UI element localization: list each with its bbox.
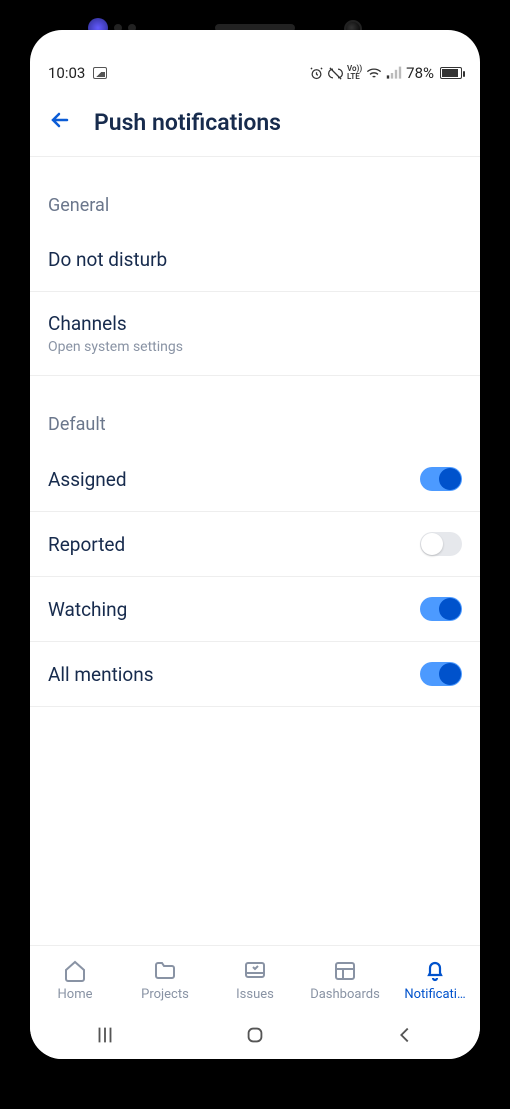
nav-label: Projects <box>141 987 189 1002</box>
settings-content: General Do not disturb Channels Open sys… <box>30 157 480 945</box>
toggle-reported[interactable] <box>420 532 462 556</box>
android-recents-button[interactable] <box>94 1024 116 1050</box>
app-header: Push notifications <box>30 90 480 157</box>
nav-label: Home <box>58 987 93 1002</box>
nav-label: Notificati… <box>404 987 465 1002</box>
row-label: Watching <box>48 598 127 621</box>
status-bar: 10:03 Vo))LTE 78% <box>30 56 480 90</box>
bottom-nav: Home Projects Issues Dashboards Notifica… <box>30 945 480 1015</box>
dashboard-icon <box>333 959 357 983</box>
row-label: Do not disturb <box>48 248 167 271</box>
row-channels[interactable]: Channels Open system settings <box>30 292 480 376</box>
row-sublabel: Open system settings <box>48 339 183 355</box>
section-title-default: Default <box>30 376 480 447</box>
chevron-left-icon <box>394 1024 416 1046</box>
toggle-watching[interactable] <box>420 597 462 621</box>
alarm-icon <box>309 66 324 81</box>
folder-icon <box>153 959 177 983</box>
section-title-general: General <box>30 157 480 228</box>
home-outline-icon <box>244 1024 266 1046</box>
nav-label: Issues <box>236 987 274 1002</box>
arrow-left-icon <box>48 108 72 132</box>
android-system-nav <box>30 1015 480 1059</box>
row-reported[interactable]: Reported <box>30 512 480 577</box>
nav-notifications[interactable]: Notificati… <box>390 946 480 1015</box>
row-label: Assigned <box>48 468 127 491</box>
vibrate-icon <box>328 66 343 81</box>
status-time: 10:03 <box>48 64 85 82</box>
page-title: Push notifications <box>94 109 281 136</box>
status-indicators: Vo))LTE 78% <box>309 64 462 82</box>
row-label: Channels <box>48 312 183 335</box>
nav-projects[interactable]: Projects <box>120 946 210 1015</box>
recents-icon <box>94 1024 116 1046</box>
nav-label: Dashboards <box>310 987 380 1002</box>
row-label: Reported <box>48 533 125 556</box>
wifi-icon <box>366 66 382 80</box>
signal-icon <box>386 66 402 80</box>
android-home-button[interactable] <box>244 1024 266 1050</box>
nav-dashboards[interactable]: Dashboards <box>300 946 390 1015</box>
bell-icon <box>423 959 447 983</box>
row-do-not-disturb[interactable]: Do not disturb <box>30 228 480 292</box>
nav-home[interactable]: Home <box>30 946 120 1015</box>
battery-percentage: 78% <box>406 64 434 82</box>
row-assigned[interactable]: Assigned <box>30 447 480 512</box>
row-all-mentions[interactable]: All mentions <box>30 642 480 707</box>
android-back-button[interactable] <box>394 1024 416 1050</box>
row-watching[interactable]: Watching <box>30 577 480 642</box>
row-label: All mentions <box>48 663 154 686</box>
image-indicator-icon <box>93 67 107 79</box>
battery-icon <box>440 67 462 79</box>
nav-issues[interactable]: Issues <box>210 946 300 1015</box>
toggle-assigned[interactable] <box>420 467 462 491</box>
home-icon <box>63 959 87 983</box>
back-button[interactable] <box>48 108 72 136</box>
tray-icon <box>243 959 267 983</box>
toggle-all-mentions[interactable] <box>420 662 462 686</box>
volte-icon: Vo))LTE <box>347 65 362 81</box>
